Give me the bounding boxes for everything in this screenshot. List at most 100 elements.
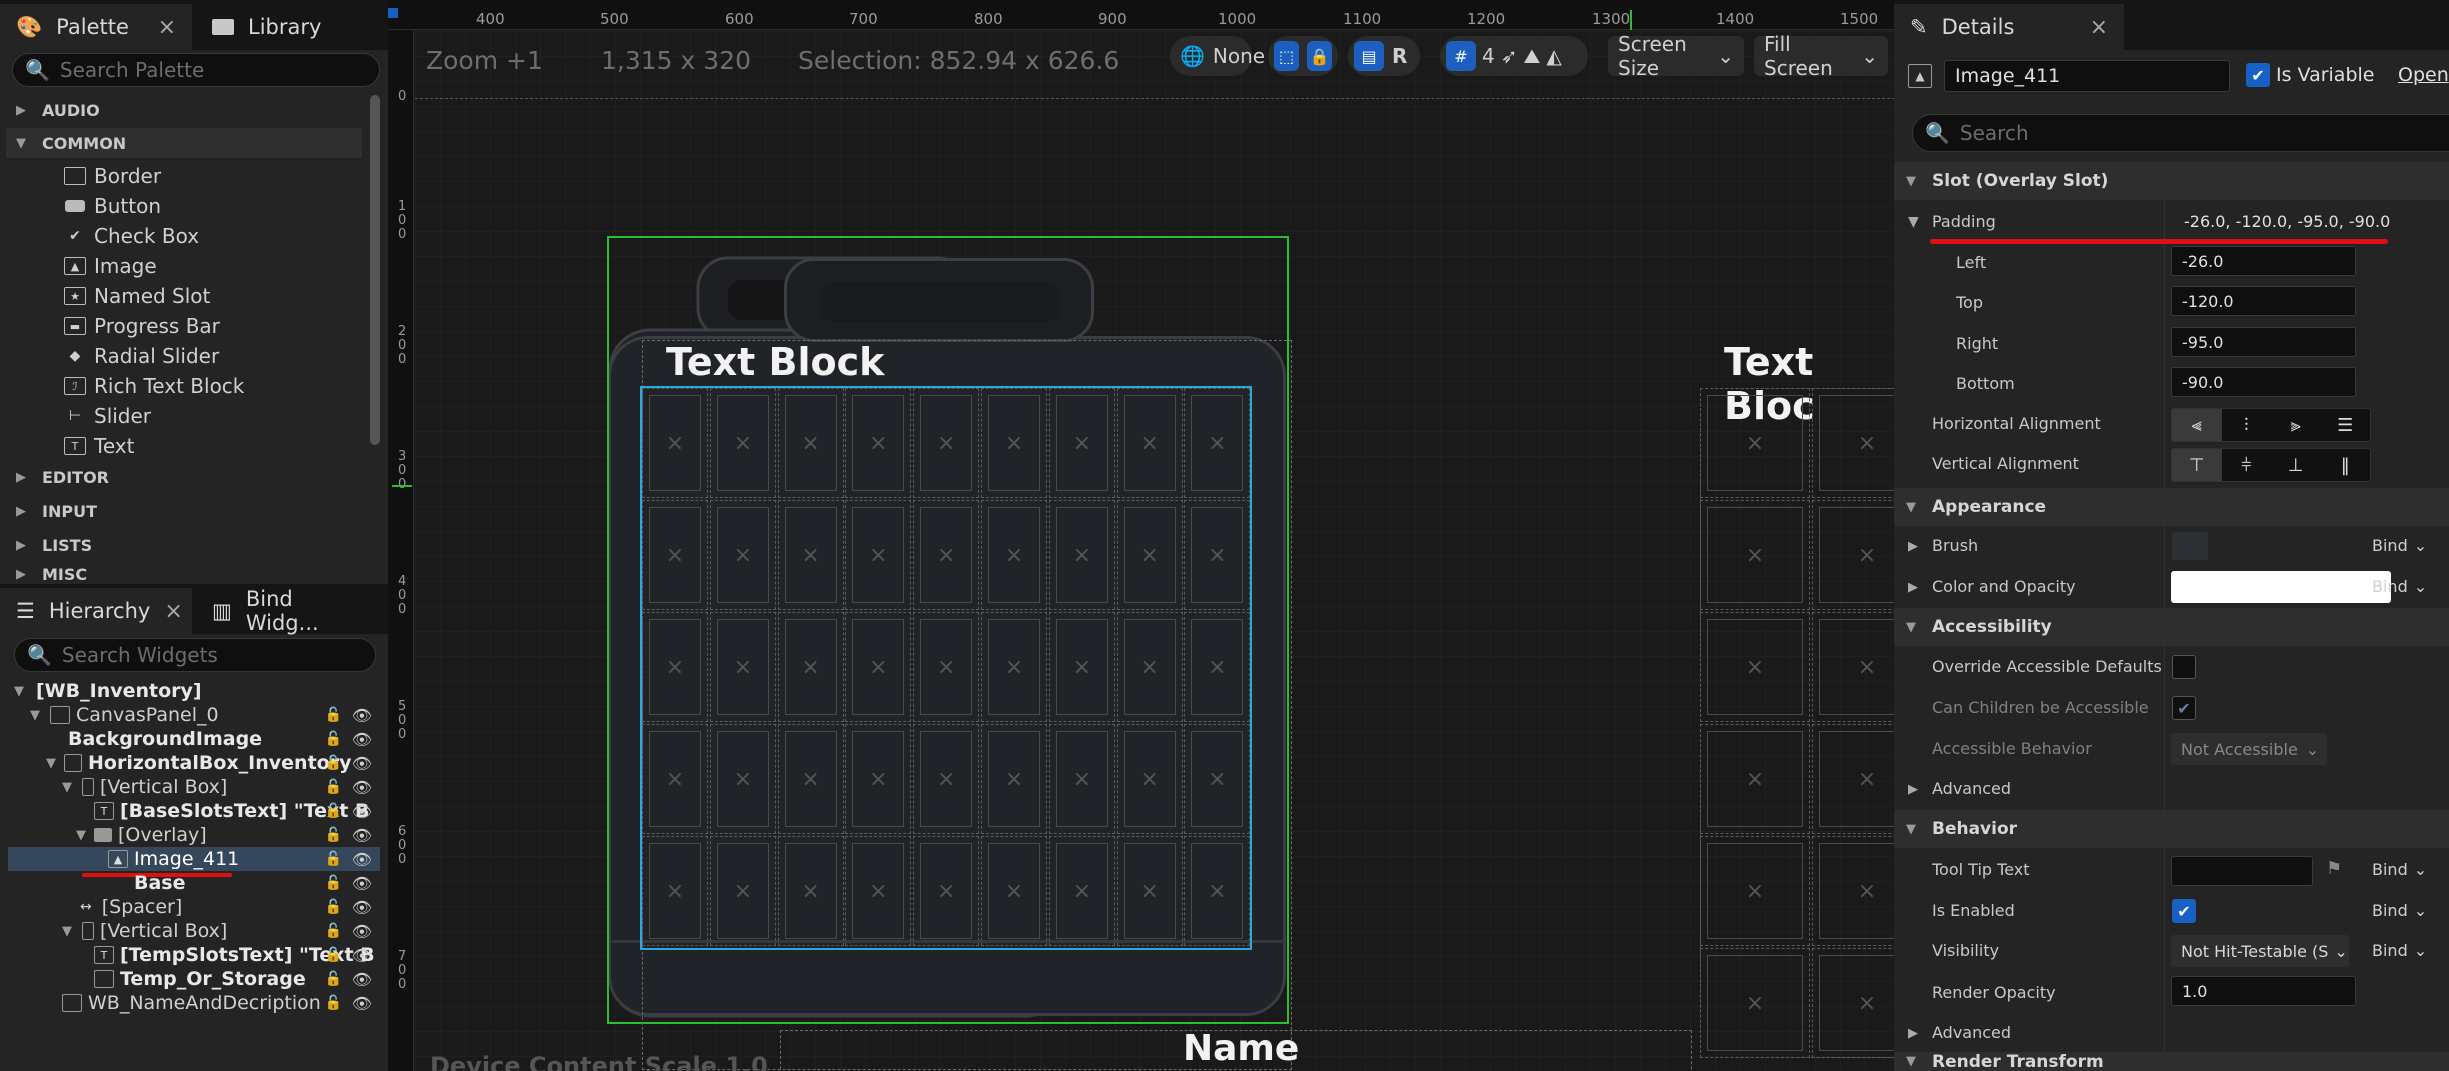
valign-buttons[interactable]: ⊤ ⫩ ⊥ ‖ xyxy=(2171,448,2371,482)
inventory-slot[interactable]: × xyxy=(1184,836,1251,946)
section-slot[interactable]: ▼ Slot (Overlay Slot) xyxy=(1894,162,2449,200)
lock-icon[interactable]: 🔓 xyxy=(325,851,342,867)
localization-button[interactable]: 🌐 None xyxy=(1170,36,1265,76)
inventory-slot[interactable]: × xyxy=(913,612,980,722)
eye-icon[interactable]: 👁 xyxy=(352,970,372,989)
palette-item-rich-text-block[interactable]: ℐ Rich Text Block xyxy=(64,371,244,401)
inventory-slot[interactable]: × xyxy=(1116,388,1183,498)
palette-item-text[interactable]: T Text xyxy=(64,431,134,461)
inventory-slot[interactable]: × xyxy=(777,388,844,498)
close-icon[interactable]: × xyxy=(158,15,176,40)
category-misc[interactable]: ▶ MISC xyxy=(6,564,362,584)
eye-icon[interactable]: 👁 xyxy=(352,946,372,965)
inventory-slot[interactable]: × xyxy=(913,836,980,946)
base-slot-grid[interactable]: × × × × × × × × × × × × × × × × × × × × × × × × × × × × × × × × × × × × × × × ×… xyxy=(640,386,1252,950)
temp-slot[interactable]: × xyxy=(1700,948,1810,1058)
padding-right-input[interactable]: -95.0 xyxy=(2171,327,2356,357)
lock-icon[interactable]: 🔓 xyxy=(325,707,342,723)
temp-slot[interactable]: × xyxy=(1812,724,1894,834)
text-block-base[interactable]: Text Block xyxy=(666,340,884,384)
screen-size-dropdown[interactable]: Screen Size ⌄ xyxy=(1608,32,1744,80)
padding-top-input[interactable]: -120.0 xyxy=(2171,286,2356,316)
inventory-slot[interactable]: × xyxy=(981,612,1047,722)
eye-icon[interactable]: 👁 xyxy=(352,826,372,845)
flag-icon[interactable]: ⚑ xyxy=(2326,858,2342,879)
inventory-slot[interactable]: × xyxy=(777,836,844,946)
inventory-slot[interactable]: × xyxy=(709,724,776,834)
align-center-icon[interactable]: ⫶ xyxy=(2222,409,2272,441)
tree-row-overlay[interactable]: ▼ [Overlay] 🔓 👁 xyxy=(8,823,380,847)
inventory-slot[interactable]: × xyxy=(913,724,980,834)
visibility-bind-dropdown[interactable]: Bind ⌄ xyxy=(2372,941,2427,960)
chevron-down-icon[interactable]: ▼ xyxy=(1908,214,1919,230)
eye-icon[interactable]: 👁 xyxy=(352,730,372,749)
advanced-label[interactable]: Advanced xyxy=(1932,779,2011,798)
render-opacity-input[interactable]: 1.0 xyxy=(2171,976,2356,1006)
temp-slot[interactable]: × xyxy=(1812,612,1894,722)
inventory-slot[interactable]: × xyxy=(1048,724,1115,834)
inventory-slot[interactable]: × xyxy=(642,836,708,946)
category-input[interactable]: ▶ INPUT xyxy=(6,496,362,526)
close-icon[interactable]: × xyxy=(164,599,182,624)
eye-icon[interactable]: 👁 xyxy=(352,994,372,1013)
accessible-behavior-dropdown[interactable]: Not Accessible ⌄ xyxy=(2171,733,2327,765)
tree-row-canvaspanel[interactable]: ▼ CanvasPanel_0 🔓 👁 xyxy=(8,703,380,727)
inventory-slot[interactable]: × xyxy=(777,724,844,834)
palette-item-button[interactable]: Button xyxy=(64,191,161,221)
chevron-right-icon[interactable]: ▶ xyxy=(1908,782,1918,797)
inventory-slot[interactable]: × xyxy=(845,836,912,946)
align-right-icon[interactable]: ⫸ xyxy=(2271,409,2321,441)
open-link[interactable]: Open xyxy=(2398,64,2449,86)
eye-icon[interactable]: 👁 xyxy=(352,850,372,869)
inventory-slot[interactable]: × xyxy=(709,612,776,722)
align-fill-icon[interactable]: ☰ xyxy=(2321,409,2371,441)
temp-slot[interactable]: × xyxy=(1700,612,1810,722)
eye-icon[interactable]: 👁 xyxy=(352,706,372,725)
lock-icon[interactable]: 🔓 xyxy=(325,947,342,963)
inventory-slot[interactable]: × xyxy=(981,724,1047,834)
palette-item-slider[interactable]: ⊢ Slider xyxy=(64,401,151,431)
brush-thumbnail[interactable] xyxy=(2172,532,2208,560)
align-bottom-icon[interactable]: ⊥ xyxy=(2271,449,2321,481)
tree-row-spacer[interactable]: ↔ [Spacer] 🔓 👁 xyxy=(8,895,380,919)
override-checkbox[interactable] xyxy=(2172,655,2196,679)
temp-slot[interactable]: × xyxy=(1812,500,1894,610)
lock-icon[interactable]: 🔓 xyxy=(325,875,342,891)
inventory-slot[interactable]: × xyxy=(642,388,708,498)
lock-icon[interactable]: 🔓 xyxy=(325,995,342,1011)
designer-canvas[interactable]: 400 500 600 700 800 900 1000 1100 1200 1… xyxy=(388,0,1894,1071)
align-top-icon[interactable]: ⊤ xyxy=(2172,449,2222,481)
inventory-slot[interactable]: × xyxy=(642,500,708,610)
eye-icon[interactable]: 👁 xyxy=(352,802,372,821)
lock-icon[interactable]: 🔓 xyxy=(325,731,342,747)
eye-icon[interactable]: 👁 xyxy=(352,778,372,797)
tooltip-bind-dropdown[interactable]: Bind ⌄ xyxy=(2372,860,2427,879)
temp-slot[interactable]: × xyxy=(1812,836,1894,946)
inventory-slot[interactable]: × xyxy=(845,612,912,722)
lock-icon[interactable]: 🔓 xyxy=(325,923,342,939)
tree-row-baseslotstext[interactable]: T [BaseSlotsText] "Text B 🔓 👁 xyxy=(8,799,380,823)
section-render-transform[interactable]: ▼ Render Transform xyxy=(1894,1052,2449,1071)
padding-bottom-input[interactable]: -90.0 xyxy=(2171,367,2356,397)
inventory-slot[interactable]: × xyxy=(709,500,776,610)
tab-palette[interactable]: 🎨 Palette × xyxy=(0,4,192,50)
tree-row-verticalbox-1[interactable]: ▼ [Vertical Box] 🔓 👁 xyxy=(8,775,380,799)
category-common[interactable]: ▼ COMMON xyxy=(6,128,362,158)
inventory-slot[interactable]: × xyxy=(981,388,1047,498)
inventory-slot[interactable]: × xyxy=(1048,836,1115,946)
tab-library[interactable]: Library xyxy=(196,4,386,50)
inventory-slot[interactable]: × xyxy=(1184,612,1251,722)
palette-item-checkbox[interactable]: ✔ Check Box xyxy=(64,221,199,251)
eye-icon[interactable]: 👁 xyxy=(352,922,372,941)
fill-screen-dropdown[interactable]: Fill Screen ⌄ xyxy=(1754,32,1888,80)
inventory-slot[interactable]: × xyxy=(845,388,912,498)
tab-details[interactable]: ✎ Details × xyxy=(1894,4,2124,50)
lock-icon[interactable]: 🔓 xyxy=(325,755,342,771)
temp-slot[interactable]: × xyxy=(1700,388,1810,498)
inventory-slot[interactable]: × xyxy=(709,388,776,498)
respect-locks-toggle[interactable]: ▤ R xyxy=(1348,36,1420,76)
tree-row-horizontalbox[interactable]: ▼ HorizontalBox_Inventory 🔓 👁 xyxy=(8,751,380,775)
tree-row-temp-or-storage[interactable]: Temp_Or_Storage 🔓 👁 xyxy=(8,967,380,991)
lock-icon[interactable]: 🔓 xyxy=(325,899,342,915)
palette-scrollbar[interactable] xyxy=(370,95,380,445)
